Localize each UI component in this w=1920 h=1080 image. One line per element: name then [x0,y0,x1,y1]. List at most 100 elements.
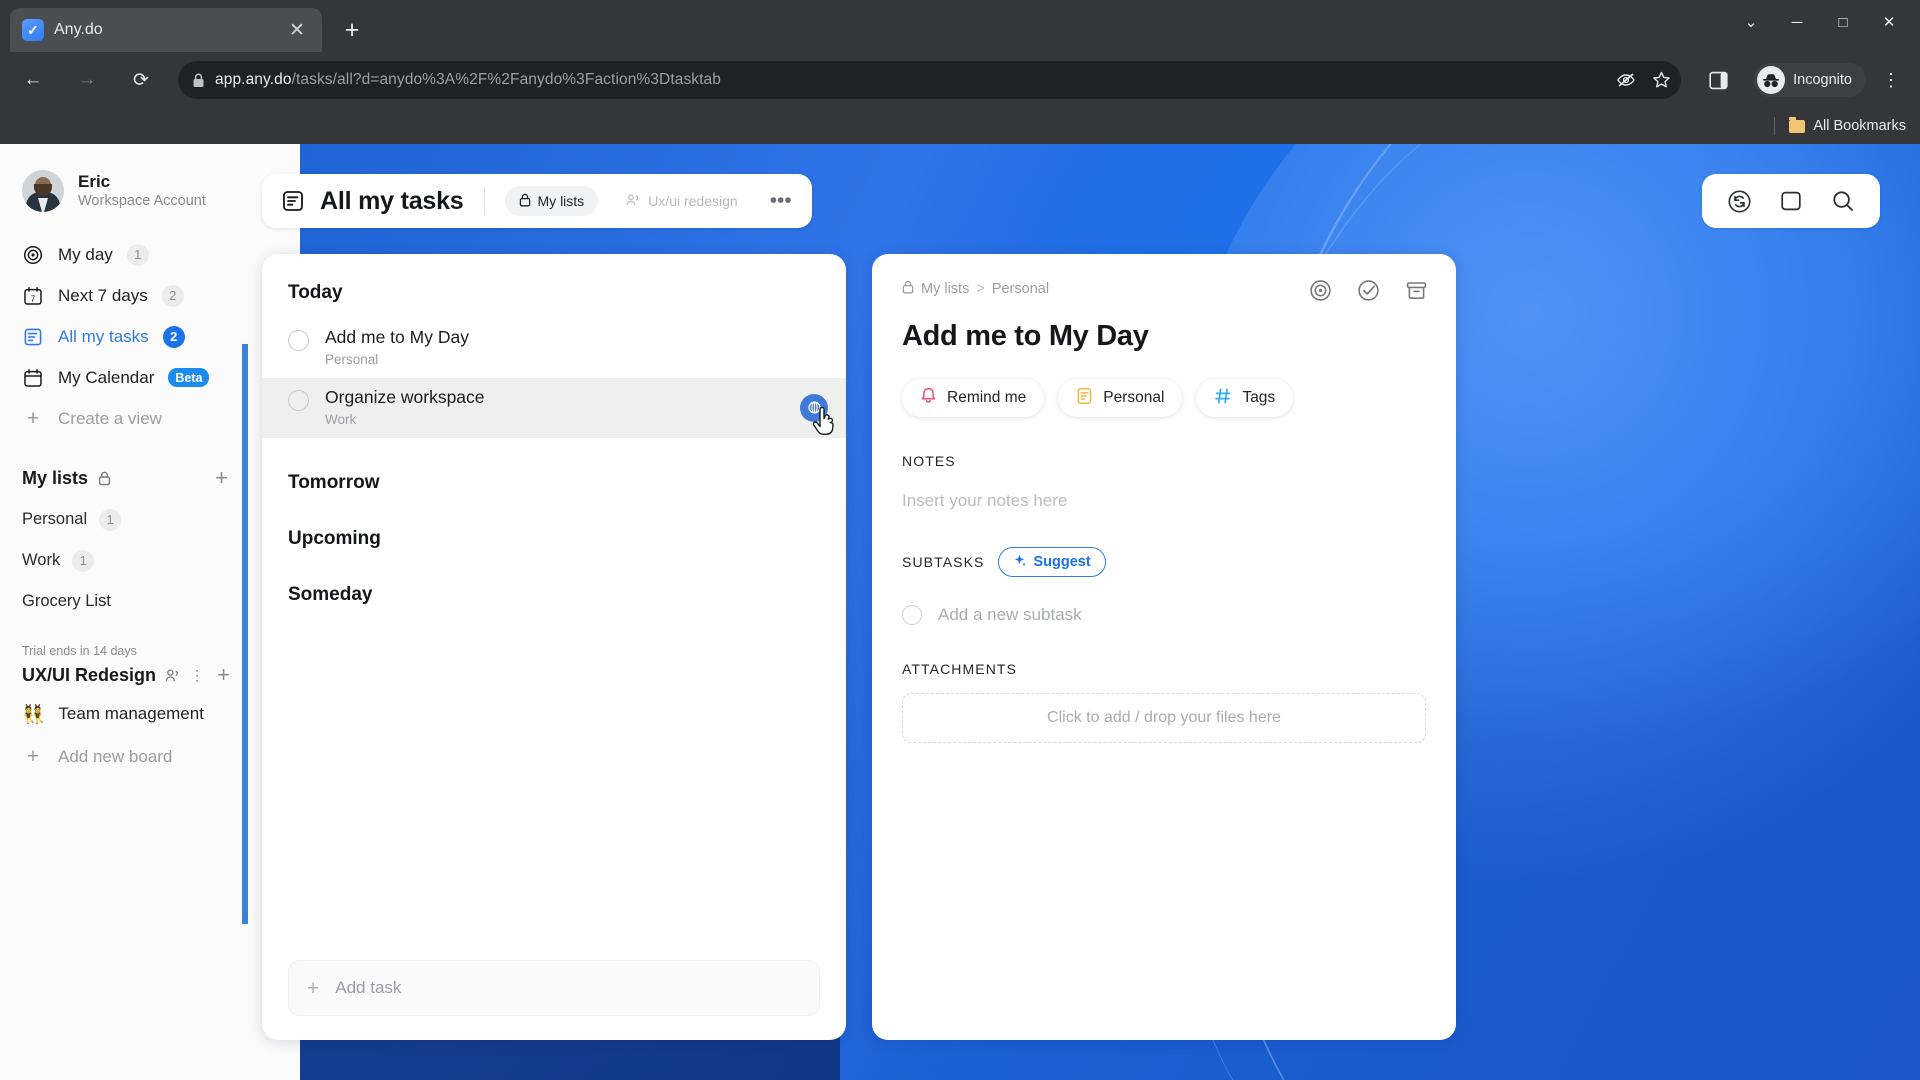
sidebar: Eric Workspace Account My day 1 7 Next 7 [0,144,248,1080]
remind-me-button[interactable]: Remind me [902,379,1045,417]
star-icon[interactable] [1652,71,1671,89]
minimize-button[interactable]: ─ [1774,2,1820,42]
target-icon [22,244,44,266]
add-subtask-input[interactable]: Add a new subtask [938,605,1082,625]
list-badge: 1 [99,508,122,531]
sidebar-item-label: All my tasks [58,326,149,346]
calendar-icon [22,367,44,389]
panes: Today Add me to My Day Personal Organize… [262,254,1880,1080]
task-list-body: Today Add me to My Day Personal Organize… [262,254,846,960]
add-task-button[interactable]: + Add task [288,960,820,1016]
maximize-button[interactable]: □ [1820,2,1866,42]
reload-icon[interactable]: ⟳ [121,60,161,100]
new-tab-button[interactable]: + [334,12,370,48]
calendar-7-icon: 7 [22,285,44,307]
attachment-dropzone[interactable]: Click to add / drop your files here [902,693,1426,743]
create-view-button[interactable]: + Create a view [0,398,248,439]
address-bar[interactable]: app.any.do/tasks/all?d=anydo%3A%2F%2Fany… [178,61,1682,99]
svg-text:7: 7 [31,293,36,303]
target-icon[interactable] [1308,278,1332,302]
sidebar-item-all-my-tasks[interactable]: All my tasks 2 [0,316,248,357]
task-checkbox[interactable] [288,389,309,411]
list-selector-button[interactable]: Personal [1058,379,1183,417]
my-lists-header: My lists + [0,457,248,499]
all-bookmarks-label[interactable]: All Bookmarks [1813,118,1906,134]
browser-tab[interactable]: ✓ Any.do ✕ [10,8,322,52]
add-subtask-row[interactable]: Add a new subtask [902,605,1426,625]
sidebar-list-personal[interactable]: Personal 1 [0,499,248,540]
divider [1774,117,1776,135]
pill-label: Personal [1103,389,1165,406]
window-close-button[interactable]: ✕ [1866,2,1912,42]
sync-icon[interactable] [1726,188,1752,214]
sidebar-item-next-7-days[interactable]: 7 Next 7 days 2 [0,275,248,316]
lock-icon [902,280,914,298]
move-icon[interactable] [800,393,828,422]
add-task-label: Add task [335,978,402,997]
lock-icon [98,471,111,486]
page-title: All my tasks [320,186,464,215]
profile-name: Eric [78,171,111,191]
incognito-profile-button[interactable]: Incognito [1753,63,1866,97]
task-row[interactable]: Add me to My Day Personal [262,318,846,378]
header-actions [1702,174,1880,228]
close-icon[interactable]: ✕ [284,17,310,43]
side-panel-icon[interactable] [1698,60,1738,100]
suggest-subtasks-button[interactable]: Suggest [998,547,1106,577]
sidebar-list-work[interactable]: Work 1 [0,540,248,581]
add-list-button[interactable]: + [215,467,228,489]
archive-icon[interactable] [1404,278,1428,302]
my-lists-title: My lists [22,467,89,488]
trial-status: Trial ends in 14 days [22,644,137,658]
tab-title: Any.do [54,21,103,38]
workspace-header: UX/UI Redesign ⋮ + [0,658,248,692]
sidebar-nav: My day 1 7 Next 7 days 2 All my tasks 2 [0,234,248,439]
list-label: Work [22,551,61,569]
list-doc-icon [22,326,44,348]
breadcrumb-leaf[interactable]: Personal [992,281,1049,297]
eye-slash-icon[interactable] [1616,72,1636,88]
anydo-check-icon: ✓ [22,19,44,41]
list-label: Personal [22,510,88,528]
subtask-checkbox[interactable] [902,605,922,625]
filter-chip-my-lists[interactable]: My lists [504,186,599,216]
search-icon[interactable] [1830,188,1856,214]
task-group-title-today: Today [288,282,343,303]
profile-section[interactable]: Eric Workspace Account [0,162,248,220]
subtasks-section-label: SUBTASKS [902,554,985,570]
tags-button[interactable]: Tags [1196,379,1294,417]
sidebar-item-label: My Calendar [58,367,155,387]
lock-icon [519,193,531,210]
chevron-down-icon[interactable]: ⌄ [1728,2,1774,42]
task-row[interactable]: Organize workspace Work [262,377,846,438]
add-board-icon[interactable]: + [217,664,230,686]
task-title: Organize workspace [325,386,485,407]
board-item-team-management[interactable]: 👯 Team management [0,692,248,736]
sidebar-item-my-calendar[interactable]: My Calendar Beta [0,357,248,398]
task-checkbox[interactable] [288,330,309,351]
lock-icon [192,73,205,88]
task-property-pills: Remind me Personal Tags [902,379,1426,417]
three-dot-menu-icon[interactable]: ⋮ [190,667,204,684]
app-header: All my tasks My lists Ux/ui redesign ••• [262,174,1880,228]
task-list-footer: + Add task [262,960,846,1040]
sidebar-item-my-day[interactable]: My day 1 [0,234,248,275]
window-controls: ⌄ ─ □ ✕ [1728,2,1912,42]
people-icon[interactable] [165,668,181,683]
pill-label: Tags [1242,389,1276,406]
three-dot-menu-icon[interactable]: ⋮ [1874,61,1908,99]
forward-icon[interactable]: → [67,60,107,100]
toolbar-right: Incognito ⋮ [1693,60,1912,100]
layout-icon[interactable] [1778,188,1804,214]
notes-input[interactable]: Insert your notes here [902,491,1426,511]
plus-icon: + [26,745,40,768]
task-group-title-someday: Someday [288,583,373,605]
sidebar-list-grocery-list[interactable]: Grocery List [0,581,248,622]
filter-chip-uxui-redesign[interactable]: Ux/ui redesign [612,186,752,216]
board-label: Team management [58,704,204,723]
add-new-board-button[interactable]: + Add new board [0,736,248,777]
check-circle-icon[interactable] [1356,278,1380,302]
back-icon[interactable]: ← [13,60,53,100]
breadcrumb-root[interactable]: My lists [921,281,969,297]
attachments-section-label: ATTACHMENTS [902,661,1018,677]
